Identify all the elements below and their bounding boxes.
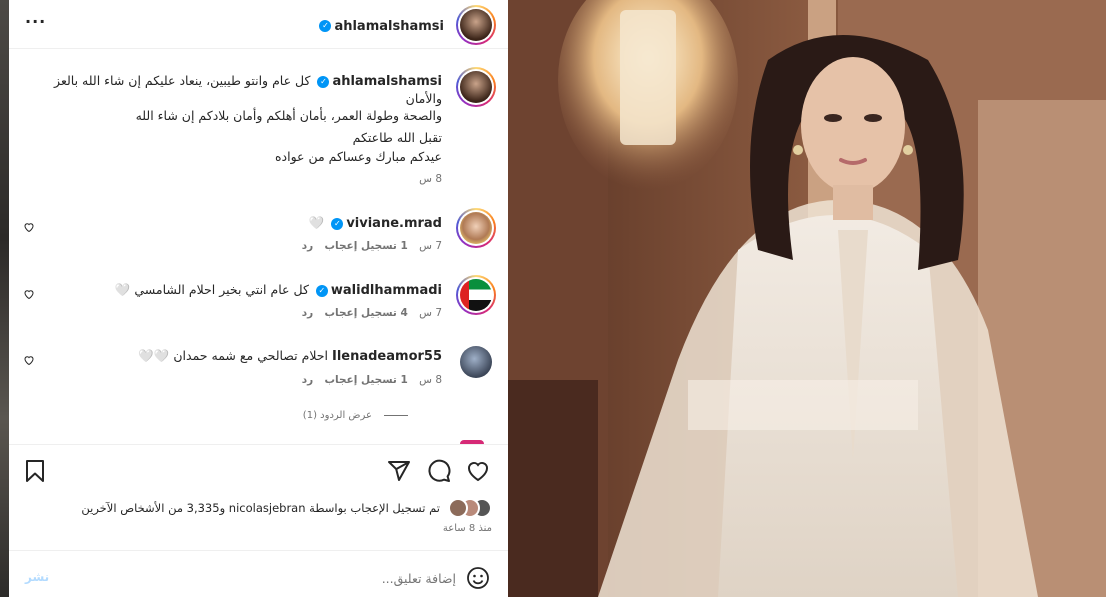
comment-time[interactable]: 7 س <box>419 307 442 319</box>
comment-text: 🤍 <box>308 215 325 230</box>
comment-input[interactable] <box>96 565 456 591</box>
verified-badge-icon: ✓ <box>315 284 328 297</box>
caption-time[interactable]: 8 س <box>419 173 442 185</box>
comment-text: احلام تصالحي مع شمه حمدان 🤍🤍 <box>138 348 328 363</box>
caption-line-4: عيدكم مبارك وعساكم من عواده <box>274 149 442 164</box>
comment-row: viviane.mrad✓ 🤍 <box>309 214 442 232</box>
comment-time[interactable]: 8 س <box>419 374 442 386</box>
header-username-row: ✓ ahlamalshamsi <box>316 15 444 34</box>
view-replies-button[interactable]: عرض الردود (1) <box>303 410 408 421</box>
replies-divider <box>384 414 408 416</box>
background-strip <box>0 0 9 597</box>
verified-badge-icon: ✓ <box>317 75 330 88</box>
post-comment-button[interactable]: نشر <box>25 570 49 584</box>
post-header: ✓ ahlamalshamsi ··· <box>9 0 508 49</box>
divider <box>9 550 508 551</box>
comment-likes[interactable]: 1 تسجيل إعجاب <box>325 374 408 386</box>
comment-likes[interactable]: 1 تسجيل إعجاب <box>325 240 408 252</box>
comment-meta: 7 س 1 تسجيل إعجاب رد <box>302 240 442 252</box>
emoji-icon[interactable] <box>466 566 490 590</box>
reply-button[interactable]: رد <box>302 240 313 252</box>
like-heart-icon[interactable] <box>466 459 490 483</box>
caption-text: ahlamalshamsi✓ كل عام وانتو طيبين، ينعاد… <box>22 72 442 124</box>
reply-button[interactable]: رد <box>302 374 313 386</box>
post-time[interactable]: منذ 8 ساعة <box>443 523 492 534</box>
comment-row: Ilenadeamor55 احلام تصالحي مع شمه حمدان … <box>138 347 442 365</box>
caption-avatar[interactable] <box>456 67 496 107</box>
header-username[interactable]: ahlamalshamsi <box>334 19 444 34</box>
comment-meta: 7 س 4 تسجيل إعجاب رد <box>302 307 442 319</box>
share-send-icon[interactable] <box>387 459 411 483</box>
comment-avatar[interactable] <box>456 275 496 315</box>
view-replies-label: عرض الردود (1) <box>302 410 372 421</box>
likes-summary[interactable]: تم تسجيل الإعجاب بواسطة nicolasjebran و3… <box>81 501 440 515</box>
comment-avatar[interactable] <box>456 208 496 248</box>
comment-meta: 8 س 1 تسجيل إعجاب رد <box>302 374 442 386</box>
comment-time[interactable]: 7 س <box>419 240 442 252</box>
verified-badge-icon: ✓ <box>319 19 332 32</box>
liker-avatar <box>448 498 468 518</box>
comment-bubble-icon[interactable] <box>427 459 451 483</box>
save-bookmark-icon[interactable] <box>24 459 46 483</box>
reply-button[interactable]: رد <box>302 307 313 319</box>
post-image <box>508 0 1106 597</box>
post-photo[interactable] <box>508 0 1106 597</box>
avatar[interactable] <box>456 5 496 45</box>
post-side-panel: ✓ ahlamalshamsi ··· ahlamalshamsi✓ كل عام… <box>9 0 508 597</box>
comment-row: walidlhammadi✓ كل عام انتي بخير احلام ال… <box>115 281 442 299</box>
caption-line-2: والصحة وطولة العمر، بأمان أهلكم وأمان بل… <box>135 108 442 123</box>
caption-line-3: تقبل الله طاعتكم <box>352 130 442 145</box>
caption-username[interactable]: ahlamalshamsi <box>332 74 442 89</box>
comment-like-heart-icon[interactable] <box>23 221 35 233</box>
comment-username[interactable]: walidlhammadi <box>331 283 442 298</box>
divider <box>9 444 508 445</box>
comment-likes[interactable]: 4 تسجيل إعجاب <box>325 307 408 319</box>
comment-avatar[interactable] <box>460 346 492 378</box>
comment-username[interactable]: viviane.mrad <box>346 216 442 231</box>
verified-badge-icon: ✓ <box>331 217 344 230</box>
comment-username[interactable]: Ilenadeamor55 <box>332 349 442 364</box>
comment-like-heart-icon[interactable] <box>23 288 35 300</box>
comment-text: كل عام انتي بخير احلام الشامسي 🤍 <box>114 282 309 297</box>
more-options-icon[interactable]: ··· <box>25 12 46 31</box>
comment-like-heart-icon[interactable] <box>23 354 35 366</box>
